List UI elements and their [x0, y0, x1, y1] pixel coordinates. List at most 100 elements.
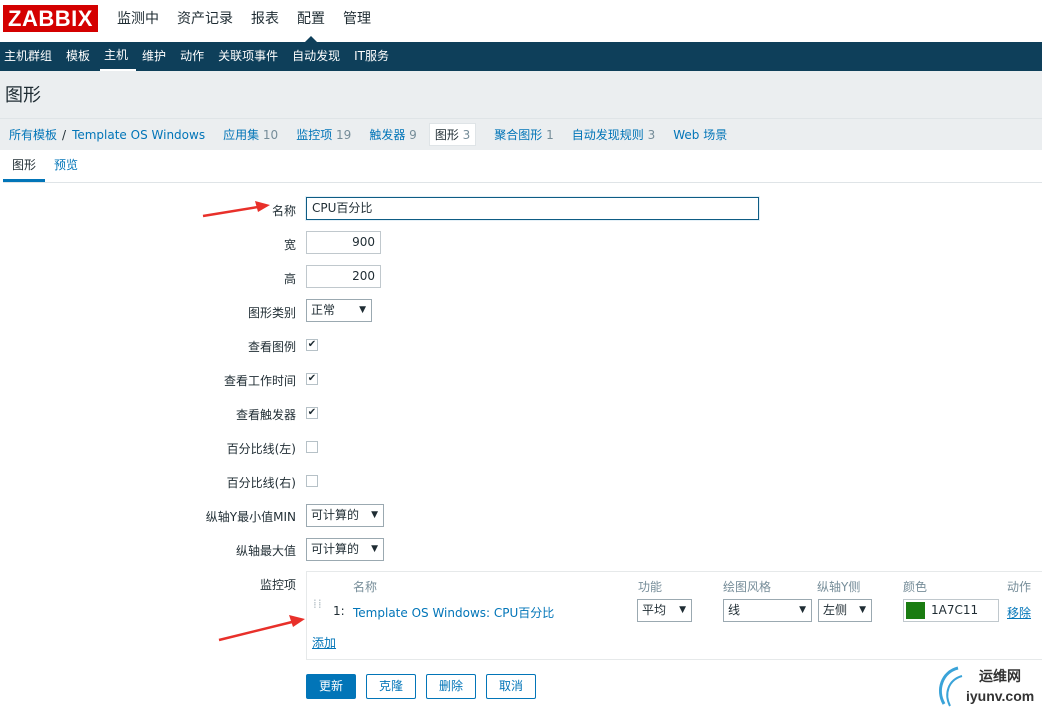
- height-field[interactable]: 200: [306, 265, 381, 288]
- breadcrumb-template[interactable]: Template OS Windows: [72, 128, 205, 142]
- chevron-down-icon: ▼: [679, 605, 686, 615]
- draw-style-value: 线: [728, 603, 741, 617]
- applications-label: 应用集: [223, 128, 260, 142]
- submenu-discovery[interactable]: 自动发现: [288, 42, 348, 71]
- height-label: 高: [283, 272, 296, 286]
- update-button[interactable]: 更新: [306, 674, 356, 699]
- width-label: 宽: [283, 238, 296, 252]
- col-draw-style: 绘图风格: [723, 580, 772, 594]
- chevron-down-icon: ▼: [799, 605, 806, 615]
- submenu-templates[interactable]: 模板: [62, 42, 98, 71]
- cancel-button[interactable]: 取消: [486, 674, 536, 699]
- col-name: 名称: [353, 580, 378, 594]
- graph-items-table: 名称 功能 绘图风格 纵轴Y侧 颜色 动作 ⁞⁞ 1: Template OS …: [306, 571, 1042, 660]
- row-index: 1:: [333, 604, 345, 618]
- tab-graph[interactable]: 图形: [3, 150, 46, 182]
- show-triggers-label: 查看触发器: [235, 408, 296, 422]
- top-menu-administration[interactable]: 管理: [343, 0, 371, 42]
- breadcrumb-discovery-rules[interactable]: 自动发现规则 3: [572, 126, 655, 143]
- col-color: 颜色: [903, 580, 928, 594]
- discovery-label: 自动发现规则: [571, 128, 644, 142]
- col-y-axis: 纵轴Y侧: [817, 580, 861, 594]
- name-label: 名称: [271, 204, 296, 218]
- ymax-value: 可计算的: [311, 542, 360, 556]
- top-menu-inventory[interactable]: 资产记录: [177, 0, 233, 42]
- submenu-hosts[interactable]: 主机: [100, 42, 137, 71]
- breadcrumb-web-scenarios[interactable]: Web 场景: [673, 126, 727, 143]
- screens-count: 1: [546, 128, 554, 142]
- col-action: 动作: [1007, 580, 1032, 594]
- y-axis-select[interactable]: 左侧 ▼: [818, 599, 872, 622]
- draw-style-select[interactable]: 线 ▼: [723, 599, 812, 622]
- submenu-it-services[interactable]: IT服务: [350, 42, 397, 71]
- triggers-count: 9: [409, 128, 417, 142]
- triggers-label: 触发器: [369, 128, 406, 142]
- name-field[interactable]: CPU百分比: [306, 197, 759, 220]
- submenu-event-correlation[interactable]: 关联项事件: [214, 42, 286, 71]
- delete-button[interactable]: 删除: [426, 674, 476, 699]
- zabbix-logo[interactable]: ZABBIX: [3, 5, 98, 32]
- top-bar: ZABBIX 监测中 资产记录 报表 配置 管理: [0, 0, 1042, 42]
- percentile-left-checkbox[interactable]: [306, 441, 318, 453]
- breadcrumb-graphs[interactable]: 图形 3: [428, 123, 477, 146]
- show-legend-checkbox[interactable]: ✔: [306, 339, 318, 351]
- watermark-text-domain: iyunv.com: [966, 688, 1035, 704]
- breadcrumb-screens[interactable]: 聚合图形 1: [494, 126, 553, 143]
- submenu-maintenance[interactable]: 维护: [138, 42, 174, 71]
- chevron-down-icon: ▼: [371, 544, 378, 554]
- ymin-value: 可计算的: [311, 508, 360, 522]
- color-picker[interactable]: 1A7C11: [903, 599, 999, 622]
- ymin-label: 纵轴Y最小值MIN: [205, 510, 296, 524]
- breadcrumb-applications[interactable]: 应用集 10: [223, 126, 278, 143]
- annotation-arrow-icon: [218, 615, 305, 642]
- show-legend-label: 查看图例: [247, 340, 296, 354]
- percentile-right-checkbox[interactable]: [306, 475, 318, 487]
- item-name-link[interactable]: Template OS Windows: CPU百分比: [353, 604, 554, 621]
- show-working-time-checkbox[interactable]: ✔: [306, 373, 318, 385]
- chevron-down-icon: ▼: [859, 605, 866, 615]
- clone-button[interactable]: 克隆: [366, 674, 416, 699]
- add-item-link[interactable]: 添加: [312, 634, 336, 651]
- applications-count: 10: [262, 128, 279, 142]
- ymax-select[interactable]: 可计算的 ▼: [306, 538, 384, 561]
- breadcrumb-items[interactable]: 监控项 19: [296, 126, 351, 143]
- percentile-right-label: 百分比线(右): [226, 476, 296, 490]
- page-header: 图形: [0, 71, 1042, 118]
- percentile-left-label: 百分比线(左): [226, 442, 296, 456]
- top-menu-reports[interactable]: 报表: [251, 0, 279, 42]
- page-title: 图形: [5, 85, 41, 106]
- graph-type-select[interactable]: 正常 ▼: [306, 299, 372, 322]
- watermark: 运维网 iyunv.com: [936, 664, 1040, 710]
- watermark-text-cn: 运维网: [979, 669, 1021, 685]
- function-value: 平均: [642, 603, 667, 617]
- color-swatch[interactable]: [906, 602, 925, 619]
- top-menu-monitoring[interactable]: 监测中: [117, 0, 159, 42]
- show-triggers-checkbox[interactable]: ✔: [306, 407, 318, 419]
- graph-type-label: 图形类别: [247, 306, 296, 320]
- breadcrumb-separator: /: [62, 127, 67, 142]
- top-menu: 监测中 资产记录 报表 配置 管理: [117, 0, 389, 42]
- graph-type-value: 正常: [311, 303, 336, 317]
- drag-handle-icon[interactable]: ⁞⁞: [313, 598, 322, 619]
- breadcrumb-all-templates[interactable]: 所有模板: [9, 126, 57, 143]
- function-select[interactable]: 平均 ▼: [637, 599, 692, 622]
- color-value: 1A7C11: [931, 603, 979, 617]
- tab-bar: 图形 预览: [3, 150, 1042, 183]
- discovery-count: 3: [647, 128, 656, 142]
- col-function: 功能: [638, 580, 663, 594]
- breadcrumb-triggers[interactable]: 触发器 9: [369, 126, 416, 143]
- sub-menu: 主机群组 模板 主机 维护 动作 关联项事件 自动发现 IT服务: [0, 42, 1042, 71]
- submenu-actions[interactable]: 动作: [176, 42, 212, 71]
- y-axis-value: 左侧: [823, 603, 848, 617]
- tab-preview[interactable]: 预览: [45, 150, 87, 182]
- screens-label: 聚合图形: [494, 128, 543, 142]
- chevron-down-icon: ▼: [359, 305, 366, 315]
- annotation-arrow-icon: [202, 201, 270, 218]
- top-menu-configuration[interactable]: 配置: [297, 0, 325, 42]
- submenu-host-groups[interactable]: 主机群组: [0, 42, 60, 71]
- items-label: 监控项: [259, 578, 296, 592]
- width-field[interactable]: 900: [306, 231, 381, 254]
- remove-link[interactable]: 移除: [1007, 604, 1031, 621]
- ymax-label: 纵轴最大值: [235, 544, 296, 558]
- ymin-select[interactable]: 可计算的 ▼: [306, 504, 384, 527]
